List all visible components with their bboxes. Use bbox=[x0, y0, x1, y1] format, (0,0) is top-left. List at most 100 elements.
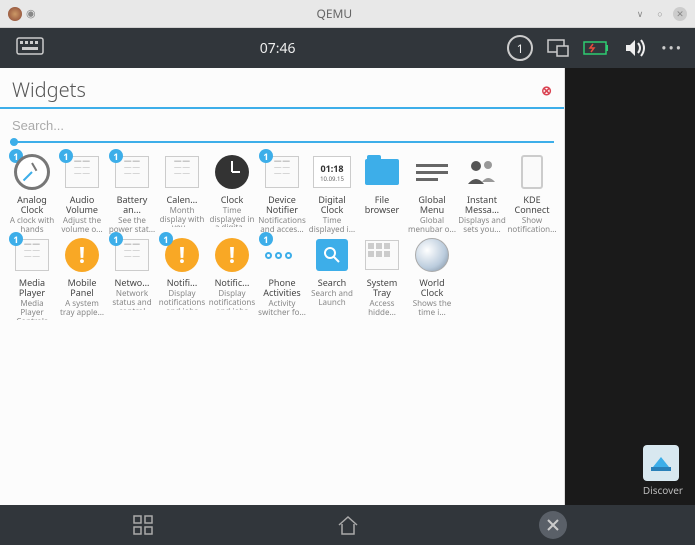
widget-name: Notific... bbox=[215, 278, 250, 288]
widget-name: Instant Messa... bbox=[458, 195, 506, 215]
widget-name: World Clock bbox=[408, 278, 456, 298]
widget-icon: 1 bbox=[263, 236, 301, 274]
widget-item[interactable]: File browser bbox=[358, 153, 406, 234]
widget-item[interactable]: World Clock Shows the time i... bbox=[408, 236, 456, 320]
panel-title: Widgets bbox=[12, 76, 541, 103]
discover-label: Discover bbox=[643, 483, 683, 497]
widget-desc: Search and Launch bbox=[308, 290, 356, 308]
widget-item[interactable]: System Tray Access hidde... bbox=[358, 236, 406, 320]
widget-item[interactable]: Global Menu Global menubar o... bbox=[408, 153, 456, 234]
widget-desc: Show notification... bbox=[507, 217, 556, 235]
widget-name: Device Notifier bbox=[258, 195, 306, 215]
widget-item[interactable]: 1══ ══── ──── ── Audio Volume Adjust the v… bbox=[58, 153, 106, 234]
more-icon[interactable]: ••• bbox=[661, 39, 683, 58]
widget-desc: Displays and sets you... bbox=[458, 217, 506, 235]
widget-item[interactable]: SearchSearch and Launch bbox=[308, 236, 356, 320]
widget-desc: Display notifications and jobs bbox=[208, 290, 256, 310]
widget-item[interactable]: KDE Connect Show notification... bbox=[508, 153, 556, 234]
widget-name: Clock bbox=[221, 195, 244, 205]
widget-item[interactable]: 1 Phone Activities Activity switcher fo... bbox=[258, 236, 306, 320]
widget-name: Global Menu bbox=[408, 195, 456, 215]
widget-desc: Adjust the volume o... bbox=[58, 217, 106, 235]
widget-name: System Tray bbox=[358, 278, 406, 298]
widget-icon: 01:1810.09.15 bbox=[313, 153, 351, 191]
search-input[interactable] bbox=[10, 114, 554, 137]
widget-item[interactable]: ClockTime displayed in a digita... bbox=[208, 153, 256, 234]
app-icon bbox=[8, 7, 22, 21]
widget-desc: Media Player Controls bbox=[8, 300, 56, 320]
widget-item[interactable]: Instant Messa... Displays and sets you... bbox=[458, 153, 506, 234]
widget-icon: 1══ ══── ──── ── bbox=[263, 153, 301, 191]
widget-grid: 1Analog ClockA clock with hands1══ ══── … bbox=[0, 143, 564, 330]
widget-item[interactable]: 1══ ══── ──── ── Media PlayerMedia Player… bbox=[8, 236, 56, 320]
count-badge: 1 bbox=[259, 232, 273, 246]
widgets-panel: Widgets ⊗ 1Analog ClockA clock with hand… bbox=[0, 68, 565, 505]
widget-icon bbox=[363, 236, 401, 274]
window-title: QEMU bbox=[36, 5, 633, 22]
widget-item[interactable]: ! Mobile Panel A system tray apple... bbox=[58, 236, 106, 320]
widget-desc: Shows the time i... bbox=[408, 300, 456, 318]
widget-icon: 1! bbox=[163, 236, 201, 274]
widget-name: Analog Clock bbox=[8, 195, 56, 215]
widget-desc: Month display with you... bbox=[158, 207, 206, 227]
keyboard-icon[interactable] bbox=[12, 33, 48, 64]
discover-launcher[interactable]: Discover bbox=[643, 445, 683, 497]
widget-item[interactable]: ! Notific... Display notifications and job… bbox=[208, 236, 256, 320]
widget-item[interactable]: 1══ ══── ──── ──Netwo...Network status a… bbox=[108, 236, 156, 320]
close-button[interactable]: ✕ bbox=[673, 7, 687, 21]
widget-item[interactable]: 1!Notifi...Display notifications and job… bbox=[158, 236, 206, 320]
widget-name: Battery an... bbox=[108, 195, 156, 215]
widget-desc: Time displayed i... bbox=[308, 217, 356, 235]
clock-time[interactable]: 07:46 bbox=[48, 39, 507, 58]
widget-name: File browser bbox=[358, 195, 406, 215]
widget-icon: 1══ ══── ──── ── bbox=[63, 153, 101, 191]
maximize-button[interactable]: ○ bbox=[653, 7, 667, 21]
volume-icon[interactable] bbox=[623, 37, 647, 59]
count-badge: 1 bbox=[259, 149, 273, 163]
widget-desc: Network status and control bbox=[108, 290, 156, 310]
widget-icon: ! bbox=[213, 236, 251, 274]
widget-item[interactable]: 1══ ══── ──── ──Battery an...See the pow… bbox=[108, 153, 156, 234]
desktop-area[interactable]: Discover bbox=[565, 68, 695, 505]
widget-desc: A system tray apple... bbox=[58, 300, 106, 318]
widget-name: Calen... bbox=[167, 195, 198, 205]
close-task-button[interactable] bbox=[539, 511, 567, 539]
discover-icon bbox=[643, 445, 679, 481]
widget-item[interactable]: ══ ══── ──── ── Calen... Month display wit… bbox=[158, 153, 206, 234]
count-badge: 1 bbox=[109, 149, 123, 163]
widget-icon bbox=[413, 236, 451, 274]
widget-name: Media Player bbox=[8, 278, 56, 298]
widget-icon: 1══ ══── ──── ── bbox=[113, 153, 151, 191]
battery-icon[interactable] bbox=[583, 41, 609, 55]
widget-name: Audio Volume bbox=[58, 195, 106, 215]
widget-name: Phone Activities bbox=[258, 278, 306, 298]
count-badge: 1 bbox=[59, 149, 73, 163]
widget-name: KDE Connect bbox=[508, 195, 556, 215]
widget-icon: ! bbox=[63, 236, 101, 274]
widget-icon bbox=[413, 153, 451, 191]
widget-desc: Access hidde... bbox=[358, 300, 406, 318]
bottom-bar bbox=[0, 505, 695, 545]
widget-icon bbox=[363, 153, 401, 191]
close-panel-icon[interactable]: ⊗ bbox=[541, 81, 552, 99]
widget-name: Digital Clock bbox=[308, 195, 356, 215]
widget-icon bbox=[213, 153, 251, 191]
pin-icon[interactable]: ◉ bbox=[26, 6, 36, 21]
widget-icon: ══ ══── ──── ── bbox=[163, 153, 201, 191]
widget-item[interactable]: 01:1810.09.15 Digital Clock Time displayed… bbox=[308, 153, 356, 234]
apps-grid-button[interactable] bbox=[40, 514, 245, 536]
minimize-button[interactable]: ∨ bbox=[633, 7, 647, 21]
widget-icon: 1══ ══── ──── ── bbox=[13, 236, 51, 274]
widget-name: Notifi... bbox=[167, 278, 198, 288]
status-bar: 07:46 1 ••• bbox=[0, 28, 695, 68]
home-button[interactable] bbox=[245, 514, 450, 536]
widget-desc: Global menubar o... bbox=[408, 217, 456, 235]
widget-item[interactable]: 1Analog ClockA clock with hands bbox=[8, 153, 56, 234]
widget-icon bbox=[463, 153, 501, 191]
widget-icon bbox=[313, 236, 351, 274]
notification-badge[interactable]: 1 bbox=[507, 35, 533, 61]
widget-name: Mobile Panel bbox=[58, 278, 106, 298]
widget-item[interactable]: 1══ ══── ──── ──Device NotifierNotificat… bbox=[258, 153, 306, 234]
widget-desc: Activity switcher fo... bbox=[258, 300, 306, 318]
display-icon[interactable] bbox=[547, 38, 569, 58]
